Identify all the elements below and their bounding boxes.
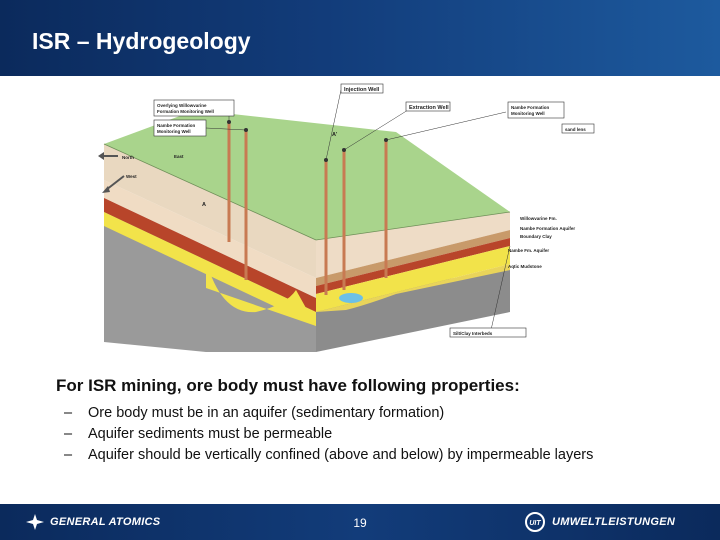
label-north: North bbox=[122, 155, 134, 160]
label-injection-well: Injection Well bbox=[344, 87, 380, 93]
layer-label-6: Aqtic Mudstone bbox=[508, 264, 542, 269]
bullet-item: – Aquifer should be vertically confined (… bbox=[64, 447, 594, 463]
label-nambe-right-2: Monitoring Well bbox=[511, 111, 545, 116]
uit-emblem-icon: UIT bbox=[525, 512, 545, 532]
ga-logo-text: GENERAL ATOMICS bbox=[50, 516, 161, 528]
hydrogeology-diagram: Injection Well Extraction Well Overlying… bbox=[96, 80, 616, 355]
bullet-dash: – bbox=[64, 447, 73, 463]
bullet-dash: – bbox=[64, 405, 73, 421]
general-atomics-logo: GENERAL ATOMICS bbox=[26, 514, 160, 530]
svg-text:UIT: UIT bbox=[529, 520, 541, 527]
uit-logo-text: UMWELTLEISTUNGEN bbox=[552, 516, 676, 528]
block-diagram-svg: Injection Well Extraction Well Overlying… bbox=[98, 83, 595, 352]
label-overlying-monitor-2: Formation Monitoring Well bbox=[157, 109, 214, 114]
layer-label-4: Nambe Fm. Aquifer bbox=[508, 248, 549, 253]
content-heading: For ISR mining, ore body must have follo… bbox=[56, 376, 520, 395]
header-bar: ISR – Hydrogeology bbox=[0, 0, 720, 76]
label-silt-clay: Silt/Clay Interbeds bbox=[453, 331, 493, 336]
marker-a: A bbox=[202, 202, 206, 208]
layer-label-3: Boundary Clay bbox=[520, 234, 552, 239]
label-nambe-right-1: Nambe Formation bbox=[511, 105, 550, 110]
label-overlying-monitor-1: Overlying Willowvarine bbox=[157, 103, 207, 108]
label-sand-lens: sand lens bbox=[565, 127, 586, 132]
uit-logo: UIT UMWELTLEISTUNGEN bbox=[524, 512, 675, 532]
ga-emblem-icon bbox=[26, 514, 44, 530]
bullet-item: – Aquifer sediments must be permeable bbox=[64, 426, 333, 442]
label-east: East bbox=[174, 154, 184, 159]
label-nambe-left-1: Nambe Formation bbox=[157, 123, 196, 128]
slide-title: ISR – Hydrogeology bbox=[32, 28, 251, 54]
page-number: 19 bbox=[353, 516, 367, 530]
bullet-dash: – bbox=[64, 426, 73, 442]
ore-roll-front bbox=[339, 293, 363, 303]
footer-bar: GENERAL ATOMICS 19 UIT UMWELTLEISTUNGEN bbox=[0, 504, 720, 540]
layer-label-2: Nambe Formation Aquifer bbox=[520, 226, 575, 231]
marker-a-prime: A' bbox=[332, 132, 338, 138]
label-nambe-left-2: Monitoring Well bbox=[157, 129, 191, 134]
bullet-item: – Ore body must be in an aquifer (sedimen… bbox=[64, 405, 445, 421]
bullet-list: – Ore body must be in an aquifer (sedimen… bbox=[64, 404, 684, 467]
label-west: West bbox=[126, 174, 137, 179]
label-extraction-well: Extraction Well bbox=[409, 105, 449, 111]
layer-label-1: Willowvarine Fm. bbox=[520, 216, 557, 221]
